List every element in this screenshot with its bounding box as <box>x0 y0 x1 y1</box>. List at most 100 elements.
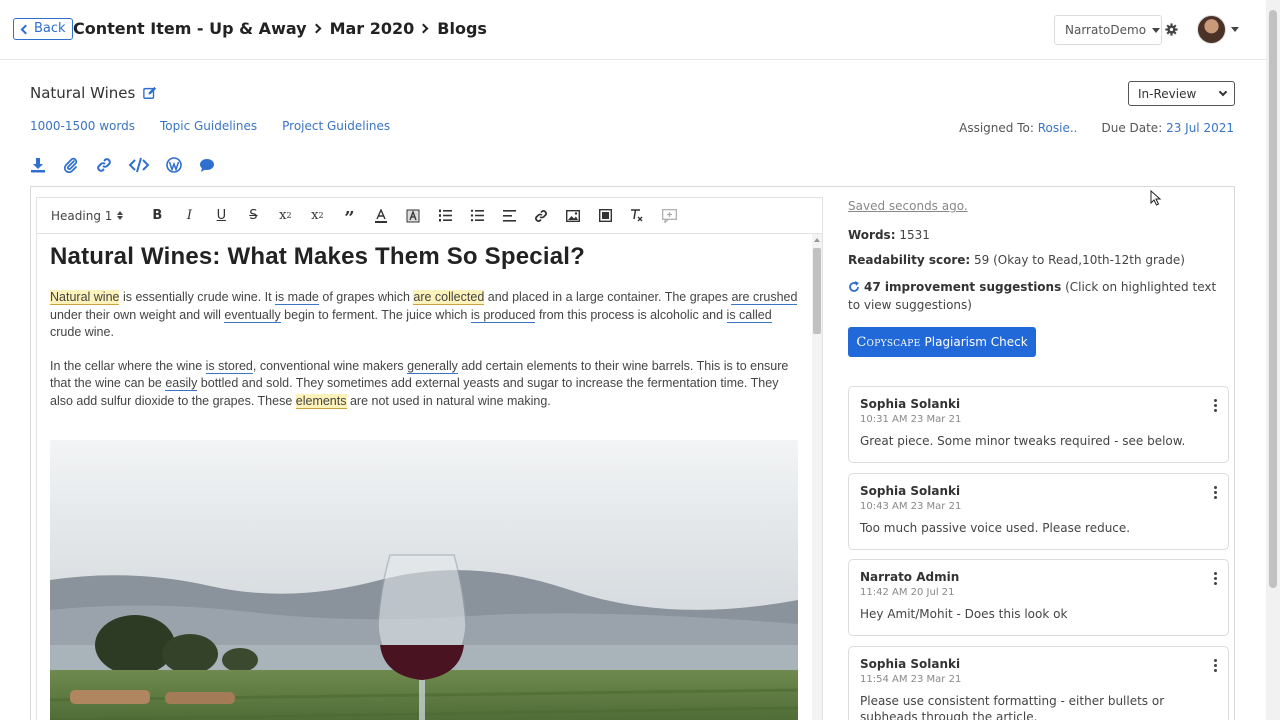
underlined-suggestion[interactable]: easily <box>165 376 198 391</box>
chevron-right-icon <box>418 23 429 34</box>
mouse-cursor-icon <box>1150 190 1162 206</box>
comment-time: 10:31 AM 23 Mar 21 <box>860 414 962 425</box>
code-icon[interactable] <box>129 157 149 173</box>
kebab-menu-icon[interactable] <box>1214 486 1217 499</box>
highlight-icon[interactable] <box>397 204 429 228</box>
comment-body: Too much passive voice used. Please redu… <box>860 521 1131 535</box>
word-count: Words: 1531 <box>848 228 930 242</box>
chevron-left-icon <box>20 24 31 34</box>
video-icon[interactable] <box>589 204 621 228</box>
text-run: of grapes which <box>318 290 414 304</box>
page-scroll-thumb[interactable] <box>1269 10 1277 588</box>
align-icon[interactable] <box>493 204 525 228</box>
item-title: Natural Wines <box>30 84 136 102</box>
link-icon[interactable] <box>96 157 112 173</box>
article-heading: Natural Wines: What Makes Them So Specia… <box>50 243 585 270</box>
caret-down-icon <box>1152 27 1161 33</box>
scroll-up-icon[interactable] <box>814 238 820 242</box>
plagiarism-check-button[interactable]: Copyscape Plagiarism Check <box>848 327 1036 357</box>
breadcrumb-item[interactable]: Blogs <box>437 19 487 38</box>
readability-score: Readability score: 59 (Okay to Read,10th… <box>848 253 1185 267</box>
bold-icon[interactable]: B <box>141 204 173 228</box>
breadcrumb-item[interactable]: Content Item - Up & Away <box>73 19 307 38</box>
comment-author: Sophia Solanki <box>860 397 961 411</box>
paperclip-icon[interactable] <box>63 157 79 173</box>
italic-icon[interactable]: I <box>173 204 205 228</box>
underlined-suggestion[interactable]: is produced <box>470 307 536 323</box>
rich-text-editor[interactable]: Heading 1 B I U S x2 x2 ” Natural Wines:… <box>36 197 823 720</box>
underlined-suggestion[interactable]: is made <box>275 290 319 305</box>
superscript-icon[interactable]: x2 <box>301 204 333 228</box>
status-dropdown[interactable]: In-Review <box>1128 81 1235 106</box>
updown-icon <box>117 211 124 220</box>
underlined-suggestion[interactable]: eventually <box>224 307 281 323</box>
underline-icon[interactable]: U <box>205 204 237 228</box>
edit-icon[interactable] <box>143 86 157 100</box>
suggestions-label: 47 improvement suggestions <box>864 280 1062 294</box>
comment-card[interactable]: Sophia Solanki 11:54 AM 23 Mar 21 Please… <box>848 646 1229 720</box>
highlighted-suggestion[interactable]: are collected <box>413 290 485 305</box>
underlined-suggestion[interactable]: are crushed <box>731 290 798 305</box>
kebab-menu-icon[interactable] <box>1214 399 1217 412</box>
ordered-list-icon[interactable] <box>429 204 461 228</box>
breadcrumb-item[interactable]: Mar 2020 <box>330 19 415 38</box>
underlined-suggestion[interactable]: is called <box>726 307 772 323</box>
comment-card[interactable]: Sophia Solanki 10:31 AM 23 Mar 21 Great … <box>848 386 1229 463</box>
underlined-suggestion[interactable]: is stored <box>205 358 253 374</box>
caret-down-icon[interactable] <box>1231 27 1239 32</box>
clear-format-icon[interactable] <box>621 204 653 228</box>
chevron-right-icon <box>311 23 322 34</box>
due-date-value[interactable]: 23 Jul 2021 <box>1166 121 1234 135</box>
action-toolbar <box>30 157 215 173</box>
image-icon[interactable] <box>557 204 589 228</box>
strikethrough-icon[interactable]: S <box>237 204 269 228</box>
kebab-menu-icon[interactable] <box>1214 659 1217 672</box>
status-value: In-Review <box>1138 86 1197 101</box>
words-value: 1531 <box>899 228 930 242</box>
blockquote-icon[interactable]: ” <box>333 204 365 229</box>
gear-icon[interactable] <box>1165 23 1178 36</box>
avatar[interactable] <box>1197 15 1226 44</box>
guideline-links: 1000-1500 words Topic Guidelines Project… <box>30 119 390 133</box>
back-label: Back <box>34 21 66 36</box>
words-label: Words: <box>848 228 896 242</box>
text-color-icon[interactable] <box>365 204 397 228</box>
back-button[interactable]: Back <box>13 18 73 40</box>
word-count-link[interactable]: 1000-1500 words <box>30 119 135 133</box>
refresh-icon[interactable] <box>848 281 860 293</box>
text-run: from this process is alcoholic and <box>535 307 727 322</box>
text-run: crude wine. <box>50 325 114 339</box>
heading-dropdown[interactable]: Heading 1 <box>51 209 124 223</box>
bullet-list-icon[interactable] <box>461 204 493 228</box>
page-title: Natural Wines <box>30 84 157 102</box>
comment-time: 11:42 AM 20 Jul 21 <box>860 587 955 598</box>
text-run: and placed in a large container. The gra… <box>484 290 732 304</box>
comment-icon[interactable] <box>199 157 215 173</box>
due-date: Due Date: 23 Jul 2021 <box>1101 121 1234 135</box>
text-run: In the cellar where the wine <box>50 358 206 373</box>
add-comment-icon[interactable] <box>653 204 685 228</box>
wordpress-icon[interactable] <box>166 157 182 173</box>
article-paragraph: Natural wine is essentially crude wine. … <box>50 289 798 342</box>
topic-guidelines-link[interactable]: Topic Guidelines <box>160 119 257 133</box>
kebab-menu-icon[interactable] <box>1214 572 1217 585</box>
top-bar: Back Content Item - Up & Away Mar 2020 B… <box>0 0 1266 60</box>
suggestions[interactable]: 47 improvement suggestions (Click on hig… <box>848 278 1218 314</box>
project-guidelines-link[interactable]: Project Guidelines <box>282 119 390 133</box>
text-run: is essentially crude wine. It <box>119 290 276 304</box>
comment-time: 10:43 AM 23 Mar 21 <box>860 501 962 512</box>
insert-link-icon[interactable] <box>525 204 557 228</box>
page-scrollbar[interactable] <box>1266 0 1280 720</box>
highlighted-suggestion[interactable]: Natural wine <box>50 290 120 305</box>
highlighted-suggestion[interactable]: elements <box>295 393 347 409</box>
assigned-label: Assigned To: <box>959 121 1034 135</box>
comment-card[interactable]: Sophia Solanki 10:43 AM 23 Mar 21 Too mu… <box>848 473 1229 550</box>
underlined-suggestion[interactable]: generally <box>407 358 458 374</box>
editor-scroll-thumb[interactable] <box>813 248 821 334</box>
account-dropdown[interactable]: NarratoDemo <box>1054 15 1162 45</box>
comment-author: Narrato Admin <box>860 570 960 584</box>
assignee-link[interactable]: Rosie.. <box>1038 121 1078 135</box>
comment-card[interactable]: Narrato Admin 11:42 AM 20 Jul 21 Hey Ami… <box>848 559 1229 636</box>
subscript-icon[interactable]: x2 <box>269 204 301 228</box>
download-icon[interactable] <box>30 157 46 173</box>
